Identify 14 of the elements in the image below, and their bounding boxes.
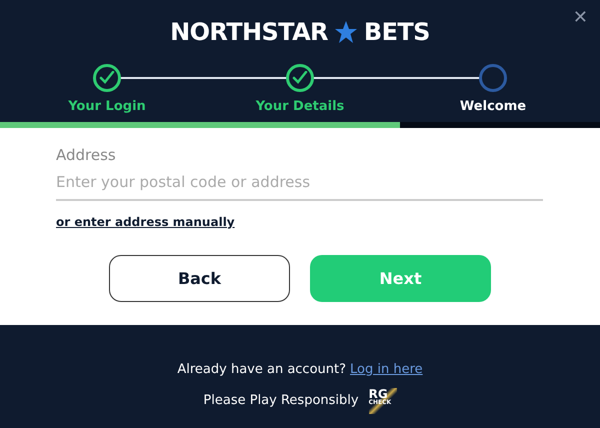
step-label: Welcome xyxy=(460,98,526,116)
responsible-text: Please Play Responsibly xyxy=(203,392,359,410)
logo-text: NORTHSTAR xyxy=(170,17,328,48)
manual-address-link[interactable]: or enter address manually xyxy=(56,213,235,231)
star-icon xyxy=(334,20,358,44)
address-field[interactable]: Enter your postal code or address xyxy=(56,170,543,201)
login-prompt: Already have an account? xyxy=(177,361,346,379)
field-label: Address xyxy=(56,145,117,166)
login-link[interactable]: Log in here xyxy=(350,360,423,380)
close-button[interactable]: ✕ xyxy=(572,4,588,31)
logo-text: BETS xyxy=(364,17,430,48)
step-label: Your Login xyxy=(68,98,146,116)
back-button[interactable]: Back xyxy=(109,255,290,302)
step-label: Your Details xyxy=(256,98,344,116)
